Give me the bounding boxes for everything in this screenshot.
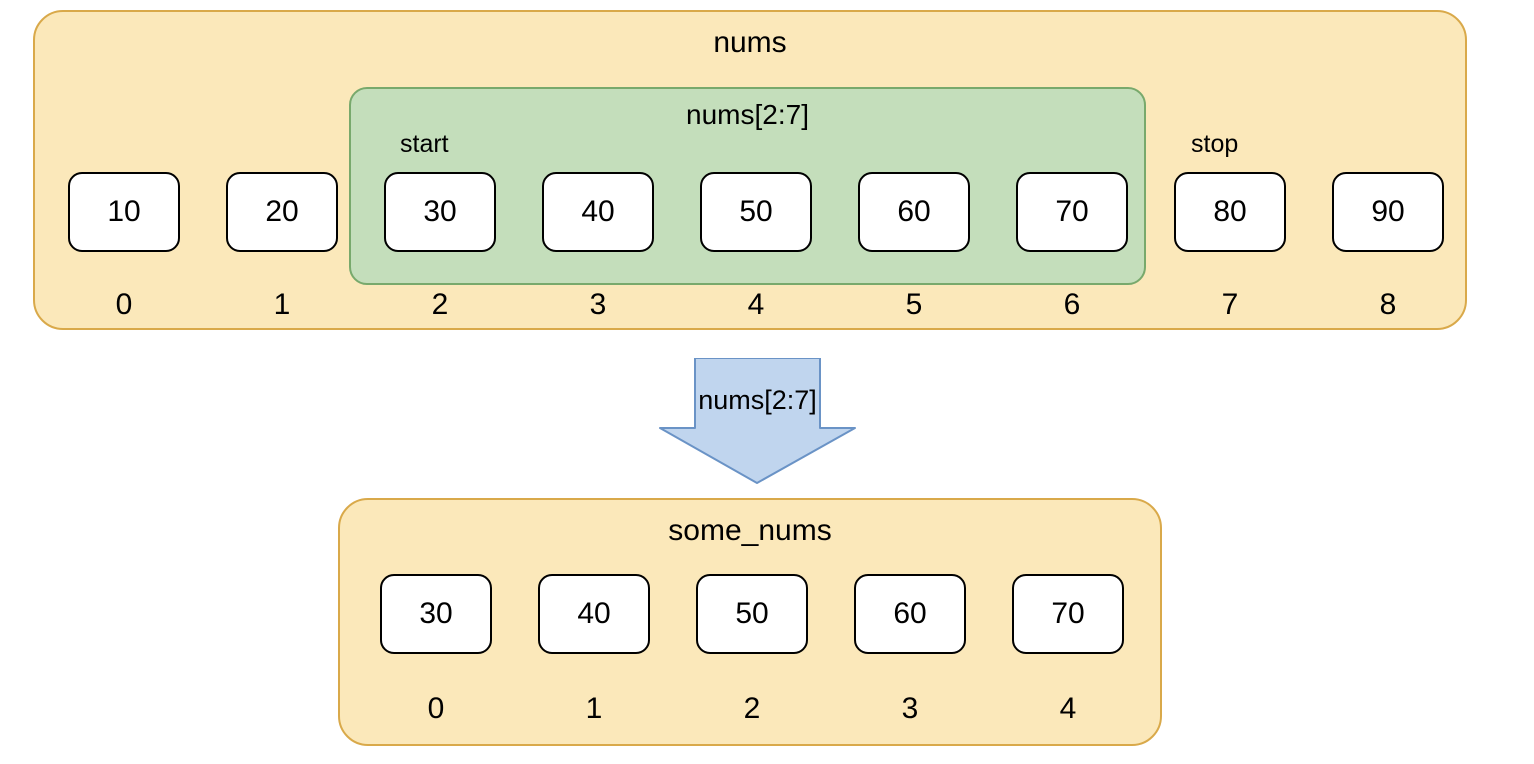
nums-title: nums bbox=[35, 26, 1465, 60]
nums-index: 0 bbox=[68, 288, 180, 322]
some-nums-cell: 50 bbox=[696, 574, 808, 654]
some-nums-index: 4 bbox=[1012, 692, 1124, 726]
some-nums-panel: some_nums 30 40 50 60 70 0 1 2 3 4 bbox=[338, 498, 1162, 746]
nums-cell: 20 bbox=[226, 172, 338, 252]
nums-index: 1 bbox=[226, 288, 338, 322]
nums-index: 2 bbox=[384, 288, 496, 322]
some-nums-cell: 40 bbox=[538, 574, 650, 654]
nums-index: 6 bbox=[1016, 288, 1128, 322]
some-nums-index: 3 bbox=[854, 692, 966, 726]
nums-cell: 70 bbox=[1016, 172, 1128, 252]
nums-panel: nums nums[2:7] start stop 10 20 30 40 50… bbox=[33, 10, 1467, 330]
nums-index: 8 bbox=[1332, 288, 1444, 322]
arrow-icon bbox=[640, 358, 875, 485]
nums-cell: 40 bbox=[542, 172, 654, 252]
slice-arrow: nums[2:7] bbox=[640, 358, 875, 485]
nums-cell: 30 bbox=[384, 172, 496, 252]
nums-cell: 50 bbox=[700, 172, 812, 252]
start-label: start bbox=[400, 130, 449, 159]
some-nums-cell: 30 bbox=[380, 574, 492, 654]
arrow-label: nums[2:7] bbox=[640, 385, 875, 416]
nums-index: 7 bbox=[1174, 288, 1286, 322]
some-nums-index: 0 bbox=[380, 692, 492, 726]
nums-cell: 10 bbox=[68, 172, 180, 252]
slice-title: nums[2:7] bbox=[351, 99, 1144, 131]
some-nums-cell: 70 bbox=[1012, 574, 1124, 654]
nums-index: 3 bbox=[542, 288, 654, 322]
nums-cell: 60 bbox=[858, 172, 970, 252]
some-nums-cell: 60 bbox=[854, 574, 966, 654]
stop-label: stop bbox=[1191, 130, 1238, 159]
nums-index: 4 bbox=[700, 288, 812, 322]
some-nums-index: 1 bbox=[538, 692, 650, 726]
some-nums-title: some_nums bbox=[340, 514, 1160, 548]
some-nums-index: 2 bbox=[696, 692, 808, 726]
nums-cell: 80 bbox=[1174, 172, 1286, 252]
nums-cell: 90 bbox=[1332, 172, 1444, 252]
nums-index: 5 bbox=[858, 288, 970, 322]
